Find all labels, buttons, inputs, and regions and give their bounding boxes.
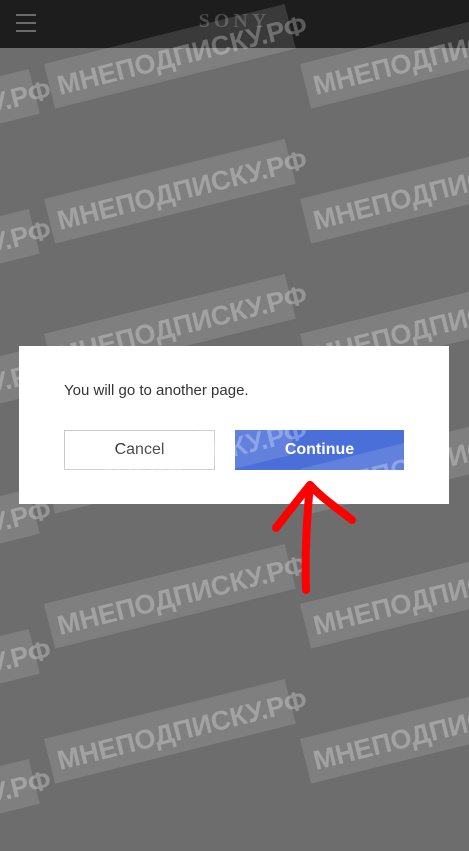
dialog-message: You will go to another page. — [64, 382, 249, 399]
cancel-button[interactable]: Cancel — [64, 430, 215, 470]
sony-logo[interactable]: SONY — [0, 10, 469, 33]
top-navigation-bar: SONY — [0, 0, 469, 48]
redirect-dialog: You will go to another page. Cancel Cont… — [19, 346, 449, 504]
continue-button[interactable]: Continue — [235, 430, 404, 470]
